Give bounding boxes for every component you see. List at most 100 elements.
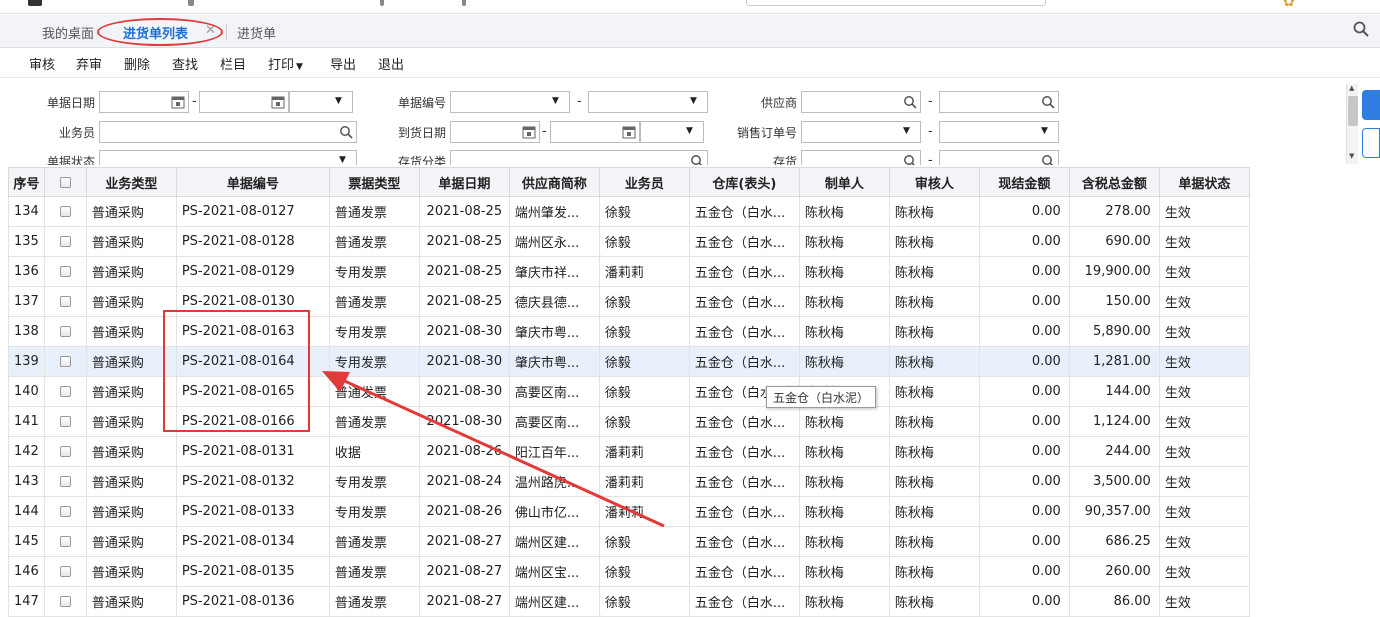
status-select[interactable]: ▼ xyxy=(99,150,357,165)
row-checkbox[interactable] xyxy=(59,206,71,217)
date-range-select[interactable]: ▼ xyxy=(289,91,353,113)
row-checkbox[interactable] xyxy=(59,266,71,277)
query-button[interactable] xyxy=(1362,90,1380,120)
col-staff[interactable]: 业务员 xyxy=(598,167,690,197)
col-cash-amount[interactable]: 现结金额 xyxy=(978,167,1070,197)
supplier-to-field[interactable] xyxy=(939,91,1059,113)
row-checkbox[interactable] xyxy=(59,596,71,607)
row-checkbox[interactable] xyxy=(59,296,71,307)
table-row[interactable]: 144 普通采购 PS-2021-08-0133 专用发票 2021-08-26 佛山市亿… xyxy=(8,496,1250,527)
search-icon[interactable] xyxy=(690,154,704,165)
arrive-from-field[interactable] xyxy=(450,121,540,143)
scroll-down-icon[interactable]: ▼ xyxy=(1349,152,1354,160)
close-icon[interactable]: ✕ xyxy=(205,23,216,38)
delete-button[interactable]: 删除 xyxy=(124,54,150,73)
date-from-field[interactable] xyxy=(99,91,189,113)
table-row[interactable]: 137 普通采购 PS-2021-08-0130 普通发票 2021-08-25 德庆县德… xyxy=(8,286,1250,317)
col-invoice-type[interactable]: 票据类型 xyxy=(328,167,420,197)
row-checkbox[interactable] xyxy=(59,326,71,337)
cell-select[interactable] xyxy=(43,316,87,347)
col-supplier[interactable]: 供应商简称 xyxy=(508,167,600,197)
print-button[interactable]: 打印 ▼ xyxy=(268,54,303,73)
row-checkbox[interactable] xyxy=(59,506,71,517)
reset-button[interactable] xyxy=(1362,128,1380,158)
exit-button[interactable]: 退出 xyxy=(378,54,404,73)
cell-select[interactable] xyxy=(43,496,87,527)
table-row[interactable]: 134 普通采购 PS-2021-08-0127 普通发票 2021-08-25 端州肇发… xyxy=(8,196,1250,227)
row-checkbox[interactable] xyxy=(59,236,71,247)
row-checkbox[interactable] xyxy=(59,356,71,367)
row-checkbox[interactable] xyxy=(59,386,71,397)
table-row[interactable]: 136 普通采购 PS-2021-08-0129 专用发票 2021-08-25 肇庆市祥… xyxy=(8,256,1250,287)
staff-field[interactable] xyxy=(99,121,357,143)
calendar-icon[interactable] xyxy=(522,125,536,139)
search-icon[interactable] xyxy=(903,154,917,165)
col-doc-no[interactable]: 单据编号 xyxy=(175,167,330,197)
table-row[interactable]: 143 普通采购 PS-2021-08-0132 专用发票 2021-08-24 温州路虎… xyxy=(8,466,1250,497)
cell-select[interactable] xyxy=(43,406,87,437)
stock-to-field[interactable] xyxy=(939,150,1059,165)
settings-icon[interactable]: ✿ xyxy=(1283,0,1295,10)
row-checkbox[interactable] xyxy=(59,566,71,577)
cell-select[interactable] xyxy=(43,256,87,287)
arrive-to-field[interactable] xyxy=(550,121,640,143)
cell-select[interactable] xyxy=(43,286,87,317)
arrive-range-select[interactable]: ▼ xyxy=(640,121,704,143)
cell-select[interactable] xyxy=(43,376,87,407)
col-auditor[interactable]: 审核人 xyxy=(888,167,980,197)
col-seq[interactable]: 序号 xyxy=(8,167,45,197)
select-all-checkbox[interactable] xyxy=(59,176,71,188)
category-field[interactable] xyxy=(450,150,708,165)
tab-purchase-doc[interactable]: 进货单 xyxy=(237,23,276,42)
cell-select[interactable] xyxy=(43,466,87,497)
unapprove-button[interactable]: 弃审 xyxy=(76,54,102,73)
cell-select[interactable] xyxy=(43,526,87,557)
search-icon[interactable] xyxy=(903,95,917,109)
search-icon[interactable] xyxy=(1041,95,1055,109)
cell-select[interactable] xyxy=(43,586,87,617)
search-icon[interactable] xyxy=(1041,154,1055,165)
col-select-all[interactable] xyxy=(43,167,87,197)
col-maker[interactable]: 制单人 xyxy=(798,167,890,197)
stock-from-field[interactable] xyxy=(801,150,921,165)
global-search-box[interactable] xyxy=(746,0,1046,6)
col-status[interactable]: 单据状态 xyxy=(1158,167,1250,197)
date-to-field[interactable] xyxy=(199,91,289,113)
docno-to-select[interactable]: ▼ xyxy=(588,91,708,113)
export-button[interactable]: 导出 xyxy=(330,54,356,73)
cell-select[interactable] xyxy=(43,346,87,377)
col-biz-type[interactable]: 业务类型 xyxy=(85,167,177,197)
table-row[interactable]: 146 普通采购 PS-2021-08-0135 普通发票 2021-08-27 端州区宝… xyxy=(8,556,1250,587)
col-warehouse[interactable]: 仓库(表头) xyxy=(688,167,800,197)
col-total-amount[interactable]: 含税总金额 xyxy=(1068,167,1160,197)
table-row[interactable]: 141 普通采购 PS-2021-08-0166 普通发票 2021-08-30 高要区南… xyxy=(8,406,1250,437)
find-button[interactable]: 查找 xyxy=(172,54,198,73)
filter-scrollbar[interactable]: ▲ ▼ xyxy=(1346,84,1358,164)
col-doc-date[interactable]: 单据日期 xyxy=(418,167,510,197)
row-checkbox[interactable] xyxy=(59,446,71,457)
columns-button[interactable]: 栏目 xyxy=(220,54,246,73)
cell-select[interactable] xyxy=(43,226,87,257)
table-row[interactable]: 140 普通采购 PS-2021-08-0165 普通发票 2021-08-30 高要区南… xyxy=(8,376,1250,407)
docno-from-select[interactable]: ▼ xyxy=(450,91,570,113)
calendar-icon[interactable] xyxy=(171,95,185,109)
supplier-from-field[interactable] xyxy=(801,91,921,113)
table-row[interactable]: 145 普通采购 PS-2021-08-0134 普通发票 2021-08-27 端州区建… xyxy=(8,526,1250,557)
row-checkbox[interactable] xyxy=(59,476,71,487)
calendar-icon[interactable] xyxy=(622,125,636,139)
search-icon[interactable] xyxy=(339,125,353,139)
sales-order-from-select[interactable]: ▼ xyxy=(801,121,921,143)
scroll-up-icon[interactable]: ▲ xyxy=(1349,84,1354,92)
approve-button[interactable]: 审核 xyxy=(29,54,55,73)
sales-order-to-select[interactable]: ▼ xyxy=(939,121,1059,143)
row-checkbox[interactable] xyxy=(59,536,71,547)
table-row[interactable]: 138 普通采购 PS-2021-08-0163 专用发票 2021-08-30 肇庆市粤… xyxy=(8,316,1250,347)
row-checkbox[interactable] xyxy=(59,416,71,427)
search-icon[interactable] xyxy=(1352,20,1370,38)
table-row[interactable]: 135 普通采购 PS-2021-08-0128 普通发票 2021-08-25 端州区永… xyxy=(8,226,1250,257)
tab-desktop[interactable]: 我的桌面 xyxy=(42,23,94,42)
scrollbar-thumb[interactable] xyxy=(1348,96,1358,126)
table-row[interactable]: 147 普通采购 PS-2021-08-0136 普通发票 2021-08-27 端州区建… xyxy=(8,586,1250,617)
cell-select[interactable] xyxy=(43,436,87,467)
cell-select[interactable] xyxy=(43,196,87,227)
